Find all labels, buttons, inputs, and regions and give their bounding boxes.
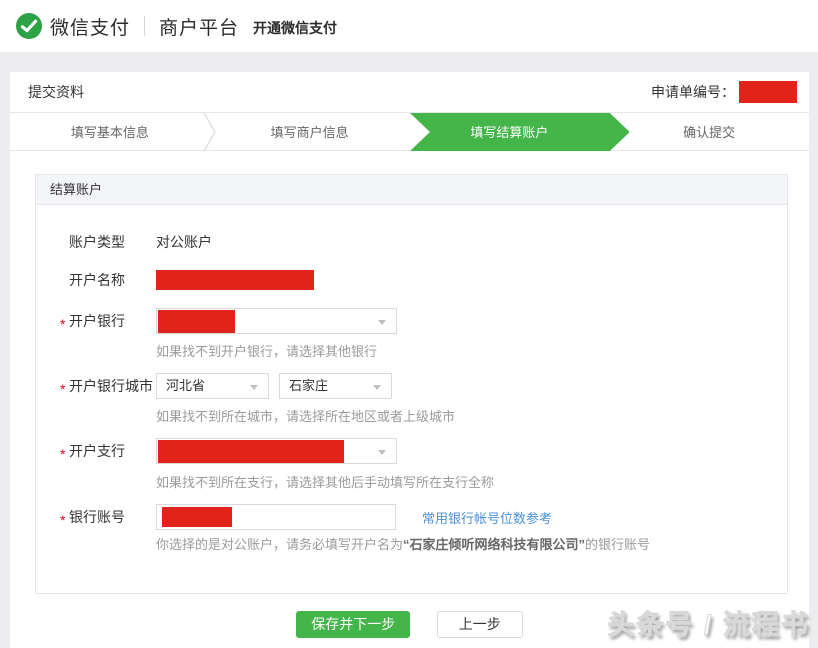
step-confirm-submit: 确认提交: [609, 113, 809, 150]
branch-select[interactable]: [156, 438, 397, 464]
header-divider: [144, 16, 145, 36]
bank-account-redacted-value: [162, 507, 232, 527]
application-number: 申请单编号：: [651, 81, 797, 103]
bank-account-input[interactable]: [156, 504, 396, 530]
wechat-pay-logo-icon: [16, 13, 42, 39]
section-header: 结算账户: [36, 175, 787, 205]
settlement-account-section: 结算账户 账户类型 对公账户 开户名称 * 开户银行: [35, 174, 788, 594]
watermark: 头条号 / 流程书: [607, 603, 810, 642]
bank-redacted-value: [158, 310, 235, 333]
account-name-row: 开户名称: [36, 267, 787, 293]
bank-account-label: * 银行账号: [36, 504, 156, 530]
bank-city-hint: 如果找不到所在城市，请选择所在地区或者上级城市: [156, 408, 787, 426]
account-digits-reference-link[interactable]: 常用银行帐号位数参考: [422, 508, 552, 527]
account-type-label: 账户类型: [36, 229, 156, 255]
city-selected-value: 石家庄: [289, 378, 328, 393]
step-merchant-info: 填写商户信息: [210, 113, 410, 150]
step-label: 填写基本信息: [71, 122, 149, 141]
application-number-redacted-value: [739, 81, 797, 103]
step-label: 填写结算账户: [470, 122, 548, 141]
bank-hint: 如果找不到开户银行，请选择其他银行: [156, 343, 787, 361]
branch-redacted-value: [158, 440, 344, 463]
bank-select[interactable]: [156, 308, 397, 334]
step-progress-bar: 填写基本信息 填写商户信息 填写结算账户 确认提交: [10, 113, 809, 151]
panel-header: 提交资料 申请单编号：: [10, 72, 809, 113]
page-title: 开通微信支付: [253, 18, 337, 38]
chevron-down-icon: [378, 450, 386, 455]
portal-text: 商户平台: [159, 13, 239, 40]
province-select[interactable]: 河北省: [156, 373, 269, 399]
top-header: 微信支付 商户平台 开通微信支付: [0, 0, 818, 52]
branch-hint: 如果找不到所在支行，请选择其他后手动填写所在支行全称: [156, 474, 787, 492]
save-and-next-button[interactable]: 保存并下一步: [296, 611, 410, 638]
account-type-row: 账户类型 对公账户: [36, 229, 787, 255]
step-label: 确认提交: [683, 122, 735, 141]
account-name-redacted-value: [156, 270, 314, 290]
chevron-down-icon: [250, 385, 258, 390]
required-mark: *: [60, 507, 65, 533]
required-mark: *: [60, 311, 65, 337]
bank-city-row: * 开户银行城市 河北省 石家庄: [36, 373, 787, 399]
step-basic-info: 填写基本信息: [10, 113, 210, 150]
brand-text: 微信支付: [50, 13, 130, 40]
bank-row: * 开户银行: [36, 308, 787, 334]
bank-account-row: * 银行账号 常用银行帐号位数参考: [36, 504, 787, 530]
bank-label: * 开户银行: [36, 308, 156, 334]
section-body: 账户类型 对公账户 开户名称 * 开户银行 如果找不到开户银行，请选择其他银行: [36, 205, 787, 593]
branch-row: * 开户支行: [36, 438, 787, 464]
application-number-label: 申请单编号：: [651, 82, 735, 102]
step-settlement-account: 填写结算账户: [410, 113, 610, 150]
step-label: 填写商户信息: [271, 122, 349, 141]
chevron-down-icon: [378, 320, 386, 325]
required-mark: *: [60, 376, 65, 402]
panel-title: 提交资料: [28, 82, 84, 102]
branch-label: * 开户支行: [36, 438, 156, 464]
main-panel: 提交资料 申请单编号： 填写基本信息 填写商户信息 填写结算账户 确认提交 结算…: [10, 72, 809, 648]
company-name: “石家庄倾听网络科技有限公司”: [403, 537, 585, 552]
account-type-value: 对公账户: [156, 232, 212, 252]
bank-city-label: * 开户银行城市: [36, 373, 156, 399]
chevron-down-icon: [373, 385, 381, 390]
required-mark: *: [60, 441, 65, 467]
city-select[interactable]: 石家庄: [279, 373, 392, 399]
bank-account-hint: 你选择的是对公账户，请务必填写开户名为“石家庄倾听网络科技有限公司”的银行账号: [156, 536, 787, 554]
previous-step-button[interactable]: 上一步: [437, 611, 523, 638]
province-selected-value: 河北省: [166, 378, 205, 393]
step-separator-icon: [203, 113, 217, 151]
account-name-label: 开户名称: [36, 267, 156, 293]
